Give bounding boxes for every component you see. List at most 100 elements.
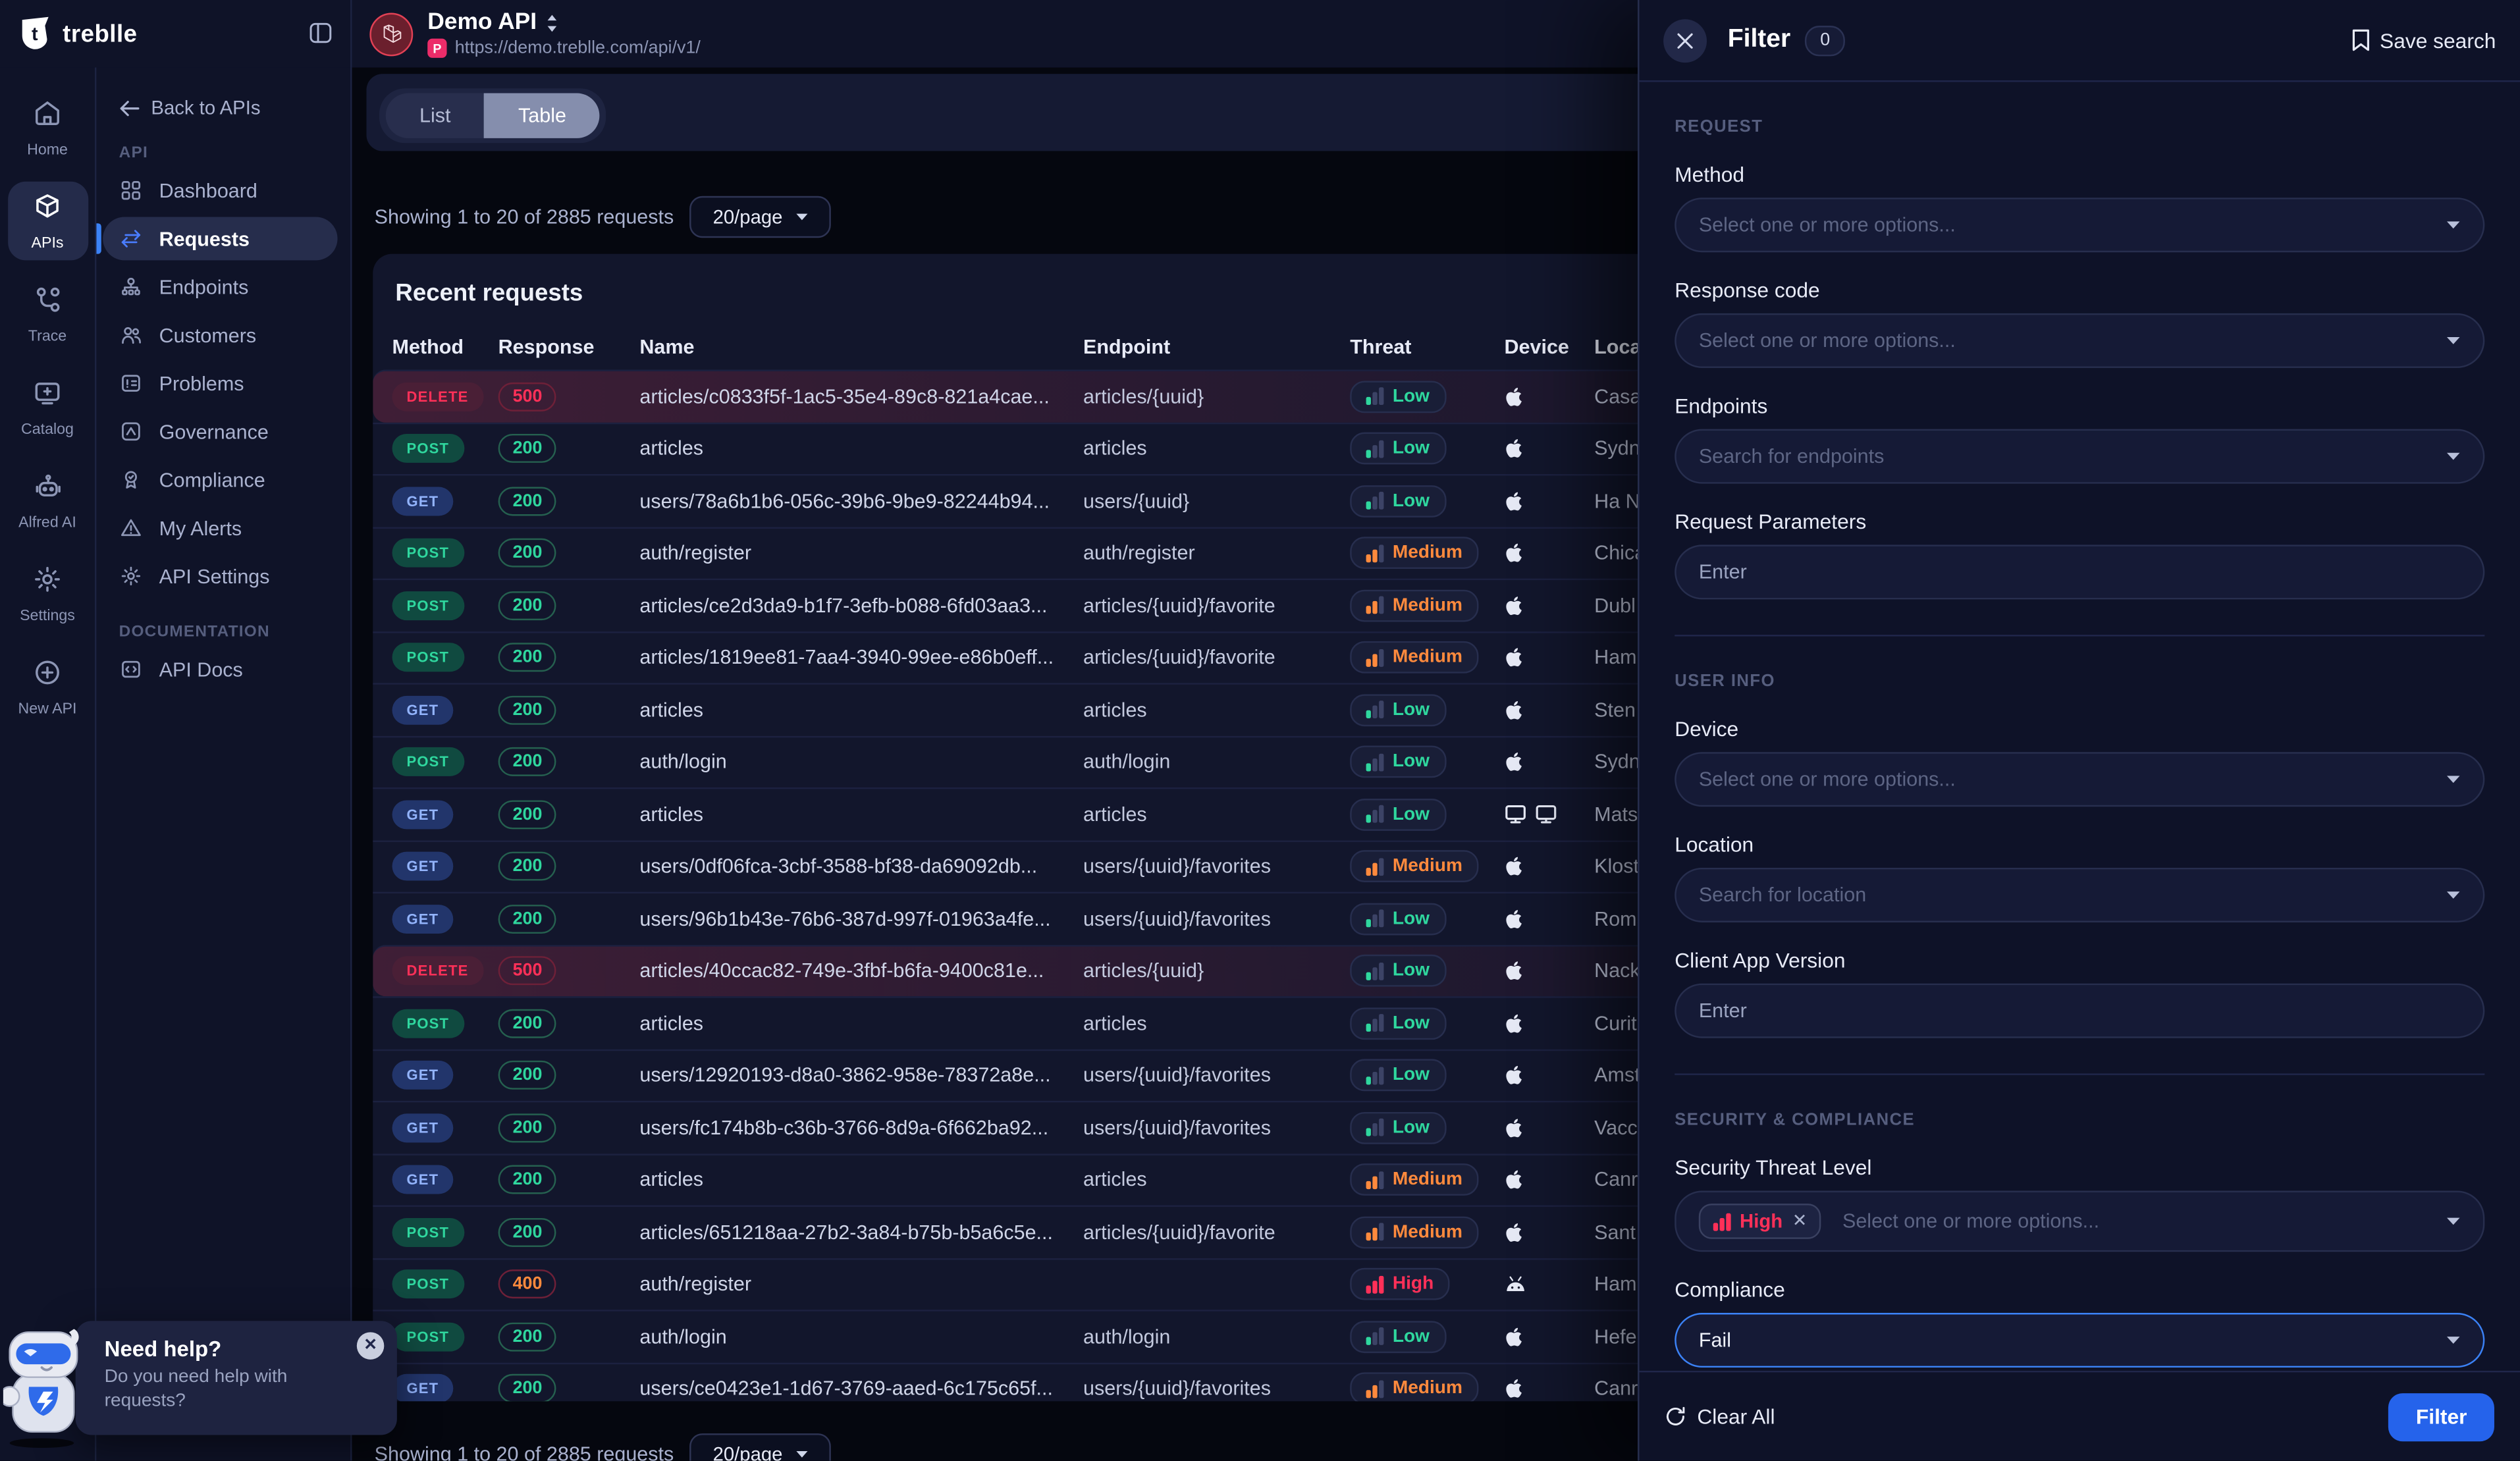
method-filter-select[interactable]: Select one or more options... xyxy=(1675,198,2484,252)
tab-list-view[interactable]: List xyxy=(386,93,485,138)
sidebar-item-governance[interactable]: Governance xyxy=(103,410,337,453)
chevron-down-icon xyxy=(795,212,809,222)
divider xyxy=(1675,635,2484,636)
per-page-select[interactable]: 20/page xyxy=(690,196,832,238)
device-icons xyxy=(1495,699,1594,721)
threat-label: Low xyxy=(1393,805,1430,824)
threat-label: Medium xyxy=(1393,1379,1462,1398)
apis-icon xyxy=(32,191,63,221)
method-badge: GET xyxy=(392,1374,454,1401)
device-icons xyxy=(1495,490,1594,512)
response-code-badge: 200 xyxy=(498,1009,557,1038)
api-switcher-icon[interactable] xyxy=(547,14,558,32)
pagination-bottom: Showing 1 to 20 of 2885 requests 20/page xyxy=(375,1433,832,1460)
endpoints-filter-select[interactable]: Search for endpoints xyxy=(1675,429,2484,484)
device-icons xyxy=(1495,1325,1594,1348)
save-search-button[interactable]: Save search xyxy=(2351,28,2496,53)
threat-badge: Low xyxy=(1350,903,1445,935)
back-to-apis-link[interactable]: Back to APIs xyxy=(119,96,350,119)
threat-label: Low xyxy=(1393,1066,1430,1085)
response-code-badge: 200 xyxy=(498,1217,557,1246)
close-icon[interactable] xyxy=(1663,18,1707,62)
logo-area: t treblle xyxy=(0,0,352,68)
threat-badge: Medium xyxy=(1350,537,1478,570)
apple-icon xyxy=(1504,1012,1523,1034)
device-icons xyxy=(1495,804,1594,825)
method-badge: GET xyxy=(392,1113,454,1142)
request-name: users/fc174b8b-c36b-3766-8d9a-6f662ba92.… xyxy=(639,1117,1083,1139)
sidebar-item-customers[interactable]: Customers xyxy=(103,313,337,357)
threat-bars-icon xyxy=(1366,597,1383,614)
per-page-value: 20/page xyxy=(713,1443,783,1461)
method-badge: DELETE xyxy=(392,957,483,986)
col-threat: Threat xyxy=(1350,336,1495,358)
apple-icon xyxy=(1504,907,1523,930)
close-icon[interactable]: ✕ xyxy=(357,1332,384,1359)
app-viewport: t treblle Demo API P https://dem xyxy=(0,0,2520,1461)
sidebar-item-label: Endpoints xyxy=(159,276,249,298)
request-name: users/ce0423e1-1d67-3769-aaed-6c175c65f.… xyxy=(639,1377,1083,1400)
sidebar-item-endpoints[interactable]: Endpoints xyxy=(103,265,337,309)
client-app-version-placeholder: Enter xyxy=(1699,999,1747,1022)
sidebar-item-compliance[interactable]: Compliance xyxy=(103,458,337,502)
sidebar-item-api-settings[interactable]: API Settings xyxy=(103,554,337,598)
threat-badge: Low xyxy=(1350,798,1445,830)
remove-chip-icon[interactable]: ✕ xyxy=(1792,1213,1808,1231)
threat-badge: Low xyxy=(1350,694,1445,726)
request-endpoint: auth/register xyxy=(1083,542,1350,564)
client-app-version-input[interactable]: Enter xyxy=(1675,984,2484,1038)
device-filter-select[interactable]: Select one or more options... xyxy=(1675,752,2484,807)
chevron-down-icon xyxy=(2446,890,2461,900)
dashboard-icon xyxy=(119,178,144,203)
sidebar-item-my-alerts[interactable]: My Alerts xyxy=(103,506,337,550)
rail-item-trace[interactable]: Trace xyxy=(7,275,88,354)
filter-count-badge: 0 xyxy=(1805,25,1845,55)
sidebar-item-label: Requests xyxy=(159,227,250,250)
chevron-down-icon xyxy=(2446,336,2461,346)
security-threat-level-select[interactable]: High ✕ Select one or more options... xyxy=(1675,1191,2484,1252)
threat-badge: Medium xyxy=(1350,1373,1478,1401)
sidebar-item-problems[interactable]: Problems xyxy=(103,361,337,405)
request-name: articles/40ccac82-749e-3fbf-b6fa-9400c81… xyxy=(639,960,1083,982)
rail-item-home[interactable]: Home xyxy=(7,88,88,167)
rail-item-apis[interactable]: APIs xyxy=(7,182,88,261)
threat-label: Medium xyxy=(1393,1223,1462,1242)
threat-bars-icon xyxy=(1366,388,1383,406)
compliance-select[interactable]: Fail xyxy=(1675,1313,2484,1368)
tab-table-view[interactable]: Table xyxy=(485,93,600,138)
threat-level-chip: High ✕ xyxy=(1699,1204,1821,1239)
section-security-compliance: SECURITY & COMPLIANCE xyxy=(1675,1111,2484,1130)
response-code-filter-select[interactable]: Select one or more options... xyxy=(1675,313,2484,368)
rail-item-alfred-ai[interactable]: Alfred AI xyxy=(7,461,88,540)
sidebar-item-requests[interactable]: Requests xyxy=(103,217,337,260)
sidebar-section-api: API xyxy=(119,145,350,163)
apple-icon xyxy=(1504,1064,1523,1086)
request-parameters-input[interactable]: Enter xyxy=(1675,545,2484,599)
response-code-filter-label: Response code xyxy=(1675,278,2484,302)
threat-badge: Low xyxy=(1350,955,1445,987)
clear-all-button[interactable]: Clear All xyxy=(1665,1404,1775,1429)
svg-text:t: t xyxy=(32,24,38,45)
sidebar-item-dashboard[interactable]: Dashboard xyxy=(103,169,337,212)
request-endpoint: users/{uuid}/favorites xyxy=(1083,855,1350,878)
request-name: articles xyxy=(639,803,1083,826)
sidebar-item-label: My Alerts xyxy=(159,517,242,539)
rail-item-catalog[interactable]: Catalog xyxy=(7,368,88,447)
request-endpoint: articles xyxy=(1083,1169,1350,1191)
per-page-select[interactable]: 20/page xyxy=(690,1433,832,1460)
rail-nav: Home APIs Trace Catalog Alfred AI Settings New… xyxy=(0,68,96,1461)
customers-icon xyxy=(119,323,144,348)
threat-label: Low xyxy=(1393,439,1430,458)
sidebar-item-api-docs[interactable]: API Docs xyxy=(103,648,337,691)
endpoints-filter-placeholder: Search for endpoints xyxy=(1699,445,1885,467)
apply-filter-button[interactable]: Filter xyxy=(2388,1393,2494,1441)
apple-icon xyxy=(1504,542,1523,564)
per-page-value: 20/page xyxy=(713,205,783,228)
apple-icon xyxy=(1504,960,1523,982)
rail-item-settings[interactable]: Settings xyxy=(7,554,88,633)
location-filter-select[interactable]: Search for location xyxy=(1675,868,2484,922)
sidebar-collapse-icon[interactable] xyxy=(309,21,333,45)
threat-label: Low xyxy=(1393,909,1430,928)
rail-item-new-api[interactable]: New API xyxy=(7,648,88,727)
method-badge: POST xyxy=(392,1009,464,1038)
